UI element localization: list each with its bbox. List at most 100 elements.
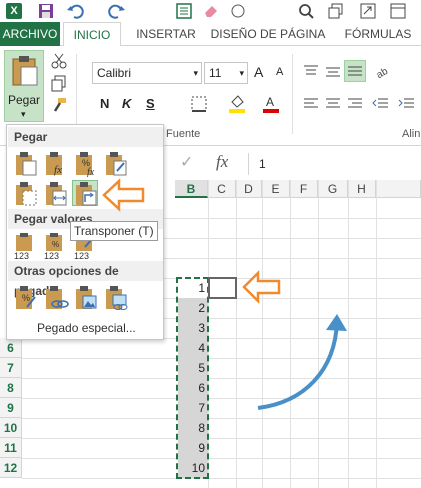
italic-button[interactable]: K (122, 96, 131, 111)
row-header[interactable]: 12 (0, 458, 22, 478)
formula-bar: ✓ fx 1 (160, 150, 421, 180)
align-left-icon[interactable] (302, 96, 320, 112)
align-middle-icon[interactable] (324, 64, 342, 80)
arrow-left-icon (102, 178, 145, 212)
tab-formulas[interactable]: FÓRMULAS (335, 22, 421, 46)
eraser-icon[interactable] (203, 3, 219, 19)
bold-button[interactable]: N (100, 96, 109, 111)
excel-logo: X (6, 3, 22, 19)
paste-option[interactable] (13, 151, 39, 177)
column-header[interactable]: D (236, 180, 262, 198)
row-header[interactable]: 8 (0, 378, 22, 398)
row-header[interactable]: 11 (0, 438, 22, 458)
chevron-down-icon: ▾ (239, 68, 244, 78)
undo-icon[interactable] (66, 3, 84, 19)
column-header[interactable]: G (318, 180, 348, 198)
increase-indent-icon[interactable] (398, 96, 416, 112)
search-icon[interactable] (298, 3, 314, 19)
quick-access-toolbar: X (0, 0, 421, 22)
paste-linked-picture-option[interactable] (103, 285, 129, 311)
copy-format-icon[interactable] (50, 74, 68, 92)
font-name-dropdown[interactable]: Calibri ▾ (92, 62, 202, 84)
svg-text:%: % (22, 293, 30, 303)
paste-special-item[interactable]: Pegado especial... (37, 321, 136, 335)
copy-marquee (176, 277, 209, 479)
shrink-font-button[interactable]: A (276, 66, 283, 78)
font-size-value: 11 (209, 66, 222, 80)
align-top-icon[interactable] (302, 64, 320, 80)
align-center-icon[interactable] (324, 96, 342, 112)
paste-icon (16, 152, 37, 176)
paste-percent-fx-icon: %fx (76, 152, 95, 178)
paste-picture-icon (76, 286, 97, 309)
column-header[interactable]: C (208, 180, 236, 198)
svg-text:123: 123 (14, 251, 29, 259)
paint-icon[interactable] (230, 3, 248, 19)
row-header[interactable]: 6 (0, 338, 22, 358)
grow-font-button[interactable]: A (254, 64, 263, 80)
font-group-label: Fuente (166, 128, 201, 140)
font-color-icon[interactable]: A (262, 94, 280, 114)
column-header[interactable]: H (348, 180, 376, 198)
paste-formatting-option[interactable]: % (13, 285, 39, 311)
fill-color-icon[interactable] (228, 94, 246, 114)
column-header[interactable]: B (175, 180, 208, 198)
font-size-dropdown[interactable]: 11 ▾ (204, 62, 248, 84)
ribbon-tabs: ARCHIVO INICIO INSERTAR DISEÑO DE PÁGINA… (0, 22, 421, 47)
tab-diseno-pagina[interactable]: DISEÑO DE PÁGINA (208, 22, 328, 46)
other-paste-options-heading: Otras opciones de pegado (8, 261, 163, 298)
chevron-down-icon: ▾ (21, 109, 26, 119)
paste-formulas-option[interactable]: fx (43, 151, 69, 177)
copy-icon[interactable] (328, 3, 344, 19)
paste-link-option[interactable] (43, 285, 69, 311)
svg-text:ab: ab (375, 66, 391, 81)
tab-inicio[interactable]: INICIO (63, 22, 121, 47)
column-header[interactable] (376, 180, 421, 198)
paste-format-icon: % (16, 286, 36, 309)
align-bottom-button[interactable] (344, 60, 366, 82)
decrease-indent-icon[interactable] (372, 96, 390, 112)
expand-icon[interactable] (360, 3, 376, 19)
redo-icon[interactable] (108, 3, 126, 19)
svg-text:%: % (52, 240, 59, 249)
row-header[interactable]: 7 (0, 358, 22, 378)
active-cell[interactable] (208, 277, 237, 299)
check-icon[interactable]: ✓ (180, 152, 193, 172)
save-icon[interactable] (38, 3, 54, 19)
border-icon[interactable] (190, 95, 208, 113)
paste-values-option[interactable]: 123 (13, 233, 39, 261)
row-header[interactable]: 9 (0, 398, 22, 418)
paste-no-borders-icon (16, 182, 37, 206)
underline-button[interactable]: S (146, 96, 155, 111)
align-right-icon[interactable] (346, 96, 364, 112)
chevron-down-icon: ▾ (193, 68, 198, 78)
font-name-value: Calibri (97, 66, 132, 80)
paste-keep-source-format-option[interactable] (103, 151, 129, 177)
paste-transpose-option[interactable] (72, 180, 98, 206)
form-icon[interactable] (176, 3, 192, 19)
curved-arrow-icon (257, 314, 347, 410)
svg-text:123: 123 (44, 251, 59, 259)
insert-function-button[interactable]: fx (216, 152, 228, 172)
alignment-group-label: Alin (402, 128, 421, 140)
orientation-icon[interactable]: ab (374, 62, 396, 82)
paste-column-widths-option[interactable] (43, 181, 69, 207)
paste-values-number-format-option[interactable]: % 123 (43, 233, 69, 261)
column-header[interactable]: F (290, 180, 318, 198)
format-painter-icon[interactable] (50, 96, 68, 114)
paste-brush-icon (106, 152, 127, 176)
paste-picture-option[interactable] (73, 285, 99, 311)
paste-formulas-number-format-option[interactable]: % fx (73, 151, 99, 178)
paste-transpose-icon (76, 182, 97, 206)
svg-text:123: 123 (74, 251, 89, 259)
column-header[interactable]: E (262, 180, 290, 198)
cut-icon[interactable] (50, 52, 68, 70)
row-header[interactable]: 10 (0, 418, 22, 438)
svg-text:fx: fx (54, 164, 62, 176)
tab-insertar[interactable]: INSERTAR (128, 22, 204, 46)
paste-no-borders-option[interactable] (13, 181, 39, 207)
paste-button[interactable]: Pegar ▾ (4, 50, 44, 122)
window-icon[interactable] (390, 3, 406, 19)
formula-input[interactable]: 1 (248, 153, 421, 175)
tab-archivo[interactable]: ARCHIVO (0, 22, 60, 46)
